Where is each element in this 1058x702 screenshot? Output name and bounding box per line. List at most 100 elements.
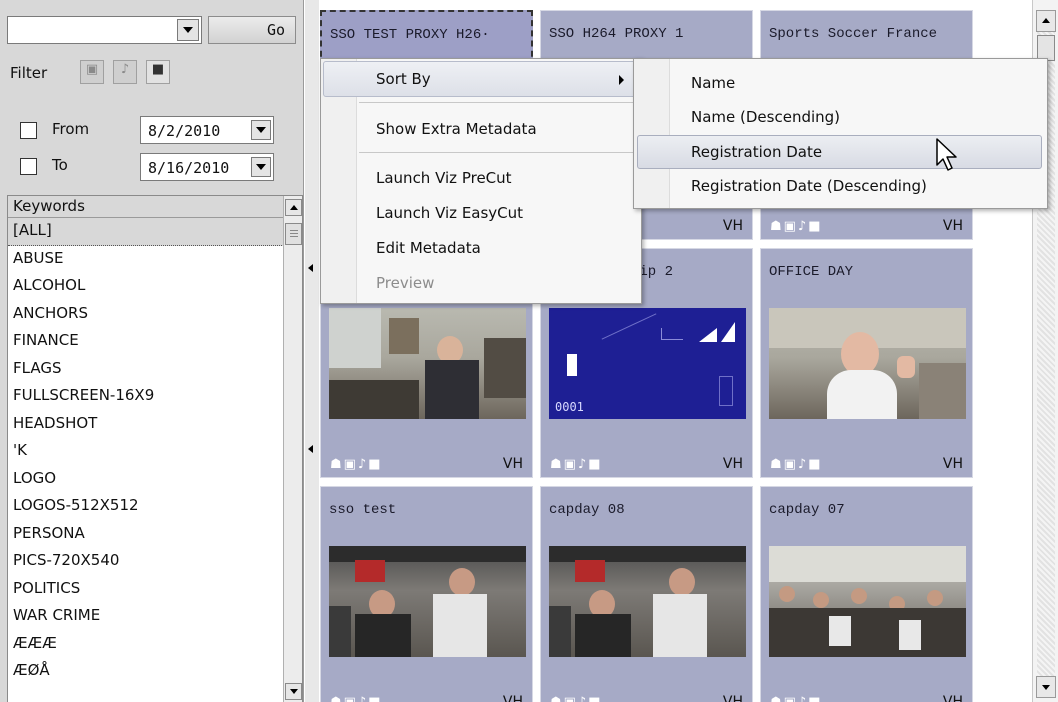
- go-button[interactable]: Go: [208, 16, 296, 44]
- arrow-up-icon: [290, 205, 298, 210]
- menu-item-preview: Preview: [376, 274, 435, 292]
- media-type-icons: ☗▣♪■: [770, 695, 823, 702]
- media-tile[interactable]: sso test ☗▣♪■ VH: [320, 486, 533, 702]
- keyword-item[interactable]: LOGOS-512X512: [8, 493, 284, 521]
- sort-by-registration-date[interactable]: Registration Date: [691, 143, 822, 161]
- sort-by-name-descending[interactable]: Name (Descending): [691, 108, 840, 126]
- sort-by-registration-date-descending[interactable]: Registration Date (Descending): [691, 177, 927, 195]
- keyword-item[interactable]: FINANCE: [8, 328, 284, 356]
- from-date-dropdown[interactable]: [251, 120, 271, 140]
- menu-separator: [359, 102, 639, 103]
- tile-title: Sports Soccer France: [769, 26, 938, 42]
- keyword-item[interactable]: FULLSCREEN-16X9: [8, 383, 284, 411]
- tile-tag: VH: [942, 218, 963, 234]
- keyword-item[interactable]: ALCOHOL: [8, 273, 284, 301]
- tile-tag: VH: [502, 694, 523, 702]
- keyword-item[interactable]: HEADSHOT: [8, 411, 284, 439]
- filter-video-toggle[interactable]: ■: [146, 60, 170, 84]
- menu-item-launch-viz-precut[interactable]: Launch Viz PreCut: [376, 169, 512, 187]
- collapse-left-icon[interactable]: [308, 445, 313, 453]
- keyword-item[interactable]: POLITICS: [8, 576, 284, 604]
- menu-item-show-extra-metadata[interactable]: Show Extra Metadata: [376, 120, 537, 138]
- scroll-up-button[interactable]: [1036, 10, 1056, 32]
- sort-by-name[interactable]: Name: [691, 74, 735, 92]
- media-type-icons: ☗▣♪■: [770, 457, 823, 472]
- tile-title: SSO TEST PROXY H26·: [330, 27, 490, 43]
- to-label: To: [52, 156, 68, 174]
- media-type-icons: ☗▣♪■: [550, 695, 603, 702]
- from-date-value: 8/2/2010: [148, 122, 221, 140]
- scroll-up-button[interactable]: [285, 199, 302, 216]
- mouse-pointer-icon: [936, 138, 957, 171]
- tile-tag: VH: [722, 456, 743, 472]
- to-date-dropdown[interactable]: [251, 157, 271, 177]
- thumbnail-image: [769, 546, 966, 657]
- media-type-icons: ☗▣♪■: [330, 695, 383, 702]
- keyword-item[interactable]: 'K: [8, 438, 284, 466]
- thumbnail-image: [769, 308, 966, 419]
- keyword-item[interactable]: PICS-720X540: [8, 548, 284, 576]
- keyword-item[interactable]: WAR CRIME: [8, 603, 284, 631]
- chevron-down-icon: [256, 164, 266, 170]
- tile-title: SSO H264 PROXY 1: [549, 26, 684, 42]
- keyword-items: [ALL] ABUSE ALCOHOL ANCHORS FINANCE FLAGS FULL…: [8, 218, 284, 686]
- filter-photo-toggle[interactable]: ▣: [80, 60, 104, 84]
- from-checkbox[interactable]: [20, 122, 37, 139]
- arrow-up-icon: [1042, 18, 1050, 23]
- panel-splitter[interactable]: [305, 0, 319, 702]
- submenu-arrow-icon: [619, 75, 624, 85]
- music-note-icon: ♪: [120, 62, 130, 77]
- search-combobox[interactable]: [7, 16, 202, 44]
- filter-label: Filter: [10, 64, 48, 82]
- keyword-item[interactable]: ANCHORS: [8, 301, 284, 329]
- menu-item-highlight: [323, 61, 639, 97]
- left-panel: Go Filter ▣ ♪ ■ From 8/2/2010 To 8/16/20…: [0, 0, 304, 702]
- keyword-item[interactable]: [ALL]: [8, 218, 284, 246]
- thumbnail-image: [549, 546, 746, 657]
- to-date-picker[interactable]: 8/16/2010: [140, 153, 274, 181]
- scroll-thumb[interactable]: [285, 223, 302, 245]
- thumbnail-image: [329, 546, 526, 657]
- timecode-label: 0001: [555, 400, 584, 414]
- menu-gutter: [634, 59, 670, 208]
- to-checkbox[interactable]: [20, 158, 37, 175]
- media-type-icons: ☗▣♪■: [550, 457, 603, 472]
- filter-audio-toggle[interactable]: ♪: [113, 60, 137, 84]
- tile-tag: VH: [942, 694, 963, 702]
- chevron-down-icon: [183, 27, 193, 33]
- keyword-item[interactable]: ÆØÅ: [8, 658, 284, 686]
- keywords-header: Keywords: [8, 196, 302, 218]
- tile-title: capday 07: [769, 502, 845, 518]
- thumbnail-image: [329, 308, 526, 419]
- keyword-item[interactable]: PERSONA: [8, 521, 284, 549]
- menu-item-edit-metadata[interactable]: Edit Metadata: [376, 239, 481, 257]
- thumbnail-image: 0001: [549, 308, 746, 419]
- keywords-scrollbar[interactable]: [283, 196, 302, 702]
- tile-tag: VH: [942, 456, 963, 472]
- camera-icon: ▣: [85, 62, 99, 77]
- scroll-down-button[interactable]: [285, 683, 302, 700]
- arrow-down-icon: [1042, 685, 1050, 690]
- media-type-icons: ☗▣♪■: [770, 219, 823, 234]
- menu-item-sort-by[interactable]: Sort By: [376, 70, 431, 88]
- from-label: From: [52, 120, 90, 138]
- menu-item-launch-viz-easycut[interactable]: Launch Viz EasyCut: [376, 204, 523, 222]
- tile-tag: VH: [722, 218, 743, 234]
- media-tile[interactable]: capday 07 ☗▣♪■ VH: [760, 486, 973, 702]
- keyword-item[interactable]: FLAGS: [8, 356, 284, 384]
- keyword-item[interactable]: LOGO: [8, 466, 284, 494]
- combo-dropdown-button[interactable]: [177, 19, 199, 41]
- keyword-item[interactable]: ÆÆÆ: [8, 631, 284, 659]
- tile-title: capday 08: [549, 502, 625, 518]
- media-tile[interactable]: capday 08 ☗▣♪■ VH: [540, 486, 753, 702]
- from-date-picker[interactable]: 8/2/2010: [140, 116, 274, 144]
- collapse-left-icon[interactable]: [308, 264, 313, 272]
- chevron-down-icon: [256, 127, 266, 133]
- to-date-value: 8/16/2010: [148, 159, 230, 177]
- arrow-down-icon: [290, 689, 298, 694]
- context-menu: Sort By Show Extra Metadata Launch Viz P…: [320, 58, 642, 304]
- scroll-down-button[interactable]: [1036, 676, 1056, 698]
- media-tile[interactable]: OFFICE DAY ☗▣♪■ VH: [760, 248, 973, 478]
- keyword-item[interactable]: ABUSE: [8, 246, 284, 274]
- keywords-list[interactable]: Keywords [ALL] ABUSE ALCOHOL ANCHORS FINANCE…: [7, 195, 303, 702]
